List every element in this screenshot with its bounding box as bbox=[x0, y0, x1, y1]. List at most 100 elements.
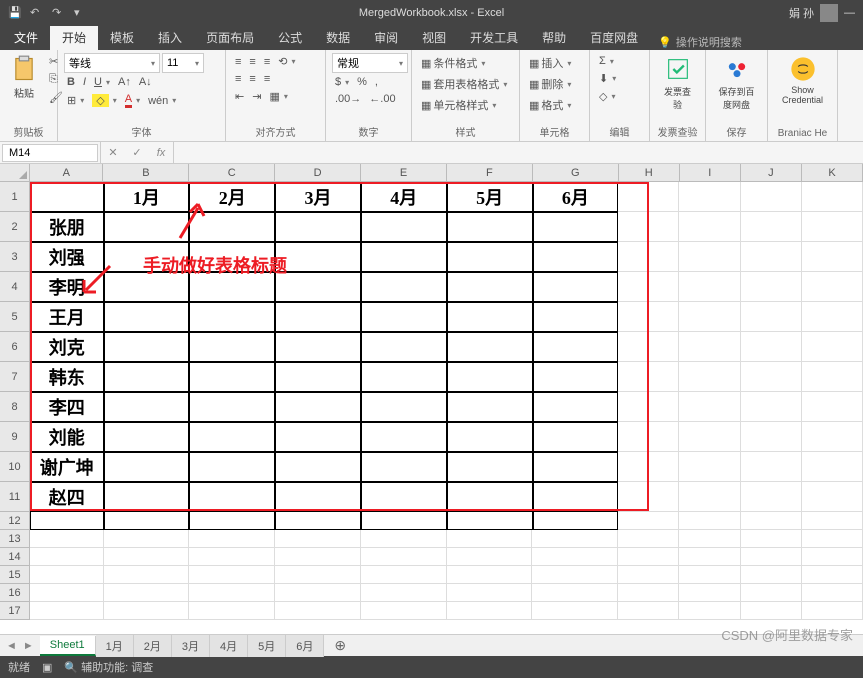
fill-color-button[interactable]: ◇▾ bbox=[89, 92, 119, 109]
cell-E12[interactable] bbox=[361, 512, 447, 530]
row-header-11[interactable]: 11 bbox=[0, 482, 30, 512]
cell-H4[interactable] bbox=[618, 272, 679, 302]
row-header-16[interactable]: 16 bbox=[0, 584, 30, 602]
cell-G14[interactable] bbox=[532, 548, 618, 566]
cell-H16[interactable] bbox=[618, 584, 679, 602]
col-header-C[interactable]: C bbox=[189, 164, 275, 182]
cells[interactable]: 1月2月3月4月5月6月张朋刘强李明王月刘克韩东李四刘能谢广坤赵四 bbox=[30, 182, 863, 620]
cell-H9[interactable] bbox=[618, 422, 679, 452]
cell-G13[interactable] bbox=[532, 530, 618, 548]
qat-dropdown-icon[interactable]: ▾ bbox=[74, 6, 88, 20]
chevron-right-icon[interactable]: ► bbox=[23, 640, 34, 652]
cell-B12[interactable] bbox=[104, 512, 190, 530]
row-header-7[interactable]: 7 bbox=[0, 362, 30, 392]
cell-B6[interactable] bbox=[104, 332, 190, 362]
cell-H7[interactable] bbox=[618, 362, 679, 392]
align-right-button[interactable]: ≡ bbox=[261, 71, 273, 87]
cell-E1[interactable]: 4月 bbox=[361, 182, 447, 212]
cell-D2[interactable] bbox=[275, 212, 361, 242]
row-header-15[interactable]: 15 bbox=[0, 566, 30, 584]
cell-E16[interactable] bbox=[361, 584, 447, 602]
cell-A1[interactable] bbox=[30, 182, 104, 212]
fill-button[interactable]: ⬇▾ bbox=[596, 70, 619, 87]
cell-K2[interactable] bbox=[802, 212, 863, 242]
row-header-2[interactable]: 2 bbox=[0, 212, 30, 242]
tell-me-search[interactable]: 💡 操作说明搜索 bbox=[658, 34, 742, 50]
cell-B1[interactable]: 1月 bbox=[104, 182, 190, 212]
cell-D3[interactable] bbox=[275, 242, 361, 272]
cell-E4[interactable] bbox=[361, 272, 447, 302]
cell-K8[interactable] bbox=[802, 392, 863, 422]
window-min-icon[interactable]: — bbox=[844, 7, 855, 19]
cell-E8[interactable] bbox=[361, 392, 447, 422]
tab-formulas[interactable]: 公式 bbox=[266, 25, 314, 50]
cell-E14[interactable] bbox=[361, 548, 447, 566]
cell-A5[interactable]: 王月 bbox=[30, 302, 104, 332]
comma-button[interactable]: , bbox=[372, 74, 381, 90]
underline-button[interactable]: U▾ bbox=[91, 74, 113, 90]
cell-D13[interactable] bbox=[275, 530, 361, 548]
cell-A12[interactable] bbox=[30, 512, 104, 530]
increase-indent-button[interactable]: ⇥ bbox=[249, 88, 264, 105]
percent-button[interactable]: % bbox=[354, 74, 370, 90]
increase-font-button[interactable]: A↑ bbox=[115, 74, 134, 90]
cell-G2[interactable] bbox=[533, 212, 619, 242]
cell-C13[interactable] bbox=[189, 530, 275, 548]
cell-G16[interactable] bbox=[532, 584, 618, 602]
cell-J9[interactable] bbox=[741, 422, 802, 452]
cell-D15[interactable] bbox=[275, 566, 361, 584]
cell-C6[interactable] bbox=[189, 332, 275, 362]
decrease-indent-button[interactable]: ⇤ bbox=[232, 88, 247, 105]
cell-A3[interactable]: 刘强 bbox=[30, 242, 104, 272]
cell-I14[interactable] bbox=[679, 548, 740, 566]
row-header-5[interactable]: 5 bbox=[0, 302, 30, 332]
cell-K5[interactable] bbox=[802, 302, 863, 332]
cell-C16[interactable] bbox=[189, 584, 275, 602]
cell-H14[interactable] bbox=[618, 548, 679, 566]
cell-K4[interactable] bbox=[802, 272, 863, 302]
cell-I8[interactable] bbox=[679, 392, 740, 422]
cell-K11[interactable] bbox=[802, 482, 863, 512]
tab-insert[interactable]: 插入 bbox=[146, 25, 194, 50]
increase-decimal-button[interactable]: .00→ bbox=[332, 91, 364, 107]
cell-J15[interactable] bbox=[741, 566, 802, 584]
new-sheet-button[interactable]: ⊕ bbox=[324, 637, 356, 654]
cell-K13[interactable] bbox=[802, 530, 863, 548]
select-all-corner[interactable] bbox=[0, 164, 30, 182]
cell-F10[interactable] bbox=[447, 452, 533, 482]
cell-H11[interactable] bbox=[618, 482, 679, 512]
cell-I3[interactable] bbox=[679, 242, 740, 272]
insert-cells-button[interactable]: ▦ 插入▾ bbox=[526, 53, 574, 73]
sheet-tab[interactable]: 6月 bbox=[286, 635, 324, 657]
cell-B5[interactable] bbox=[104, 302, 190, 332]
cell-G11[interactable] bbox=[533, 482, 619, 512]
cell-C11[interactable] bbox=[189, 482, 275, 512]
tab-help[interactable]: 帮助 bbox=[530, 25, 578, 50]
col-header-F[interactable]: F bbox=[447, 164, 533, 182]
cell-C12[interactable] bbox=[189, 512, 275, 530]
cell-F3[interactable] bbox=[447, 242, 533, 272]
row-header-9[interactable]: 9 bbox=[0, 422, 30, 452]
user-area[interactable]: 娟 孙 — bbox=[789, 4, 863, 22]
cell-F11[interactable] bbox=[447, 482, 533, 512]
cell-D11[interactable] bbox=[275, 482, 361, 512]
cell-D5[interactable] bbox=[275, 302, 361, 332]
cell-A2[interactable]: 张朋 bbox=[30, 212, 104, 242]
cell-H10[interactable] bbox=[618, 452, 679, 482]
tab-home[interactable]: 开始 bbox=[50, 25, 98, 50]
column-headers[interactable]: ABCDEFGHIJK bbox=[30, 164, 863, 182]
cell-G5[interactable] bbox=[533, 302, 619, 332]
cell-J8[interactable] bbox=[741, 392, 802, 422]
cell-E9[interactable] bbox=[361, 422, 447, 452]
undo-icon[interactable]: ↶ bbox=[30, 6, 44, 20]
cell-H5[interactable] bbox=[618, 302, 679, 332]
col-header-K[interactable]: K bbox=[802, 164, 863, 182]
cell-C9[interactable] bbox=[189, 422, 275, 452]
sheet-tab[interactable]: 1月 bbox=[96, 635, 134, 657]
cell-C14[interactable] bbox=[189, 548, 275, 566]
cell-C10[interactable] bbox=[189, 452, 275, 482]
cell-I4[interactable] bbox=[679, 272, 740, 302]
bold-button[interactable]: B bbox=[64, 74, 78, 90]
cell-I12[interactable] bbox=[679, 512, 740, 530]
cell-G12[interactable] bbox=[533, 512, 619, 530]
